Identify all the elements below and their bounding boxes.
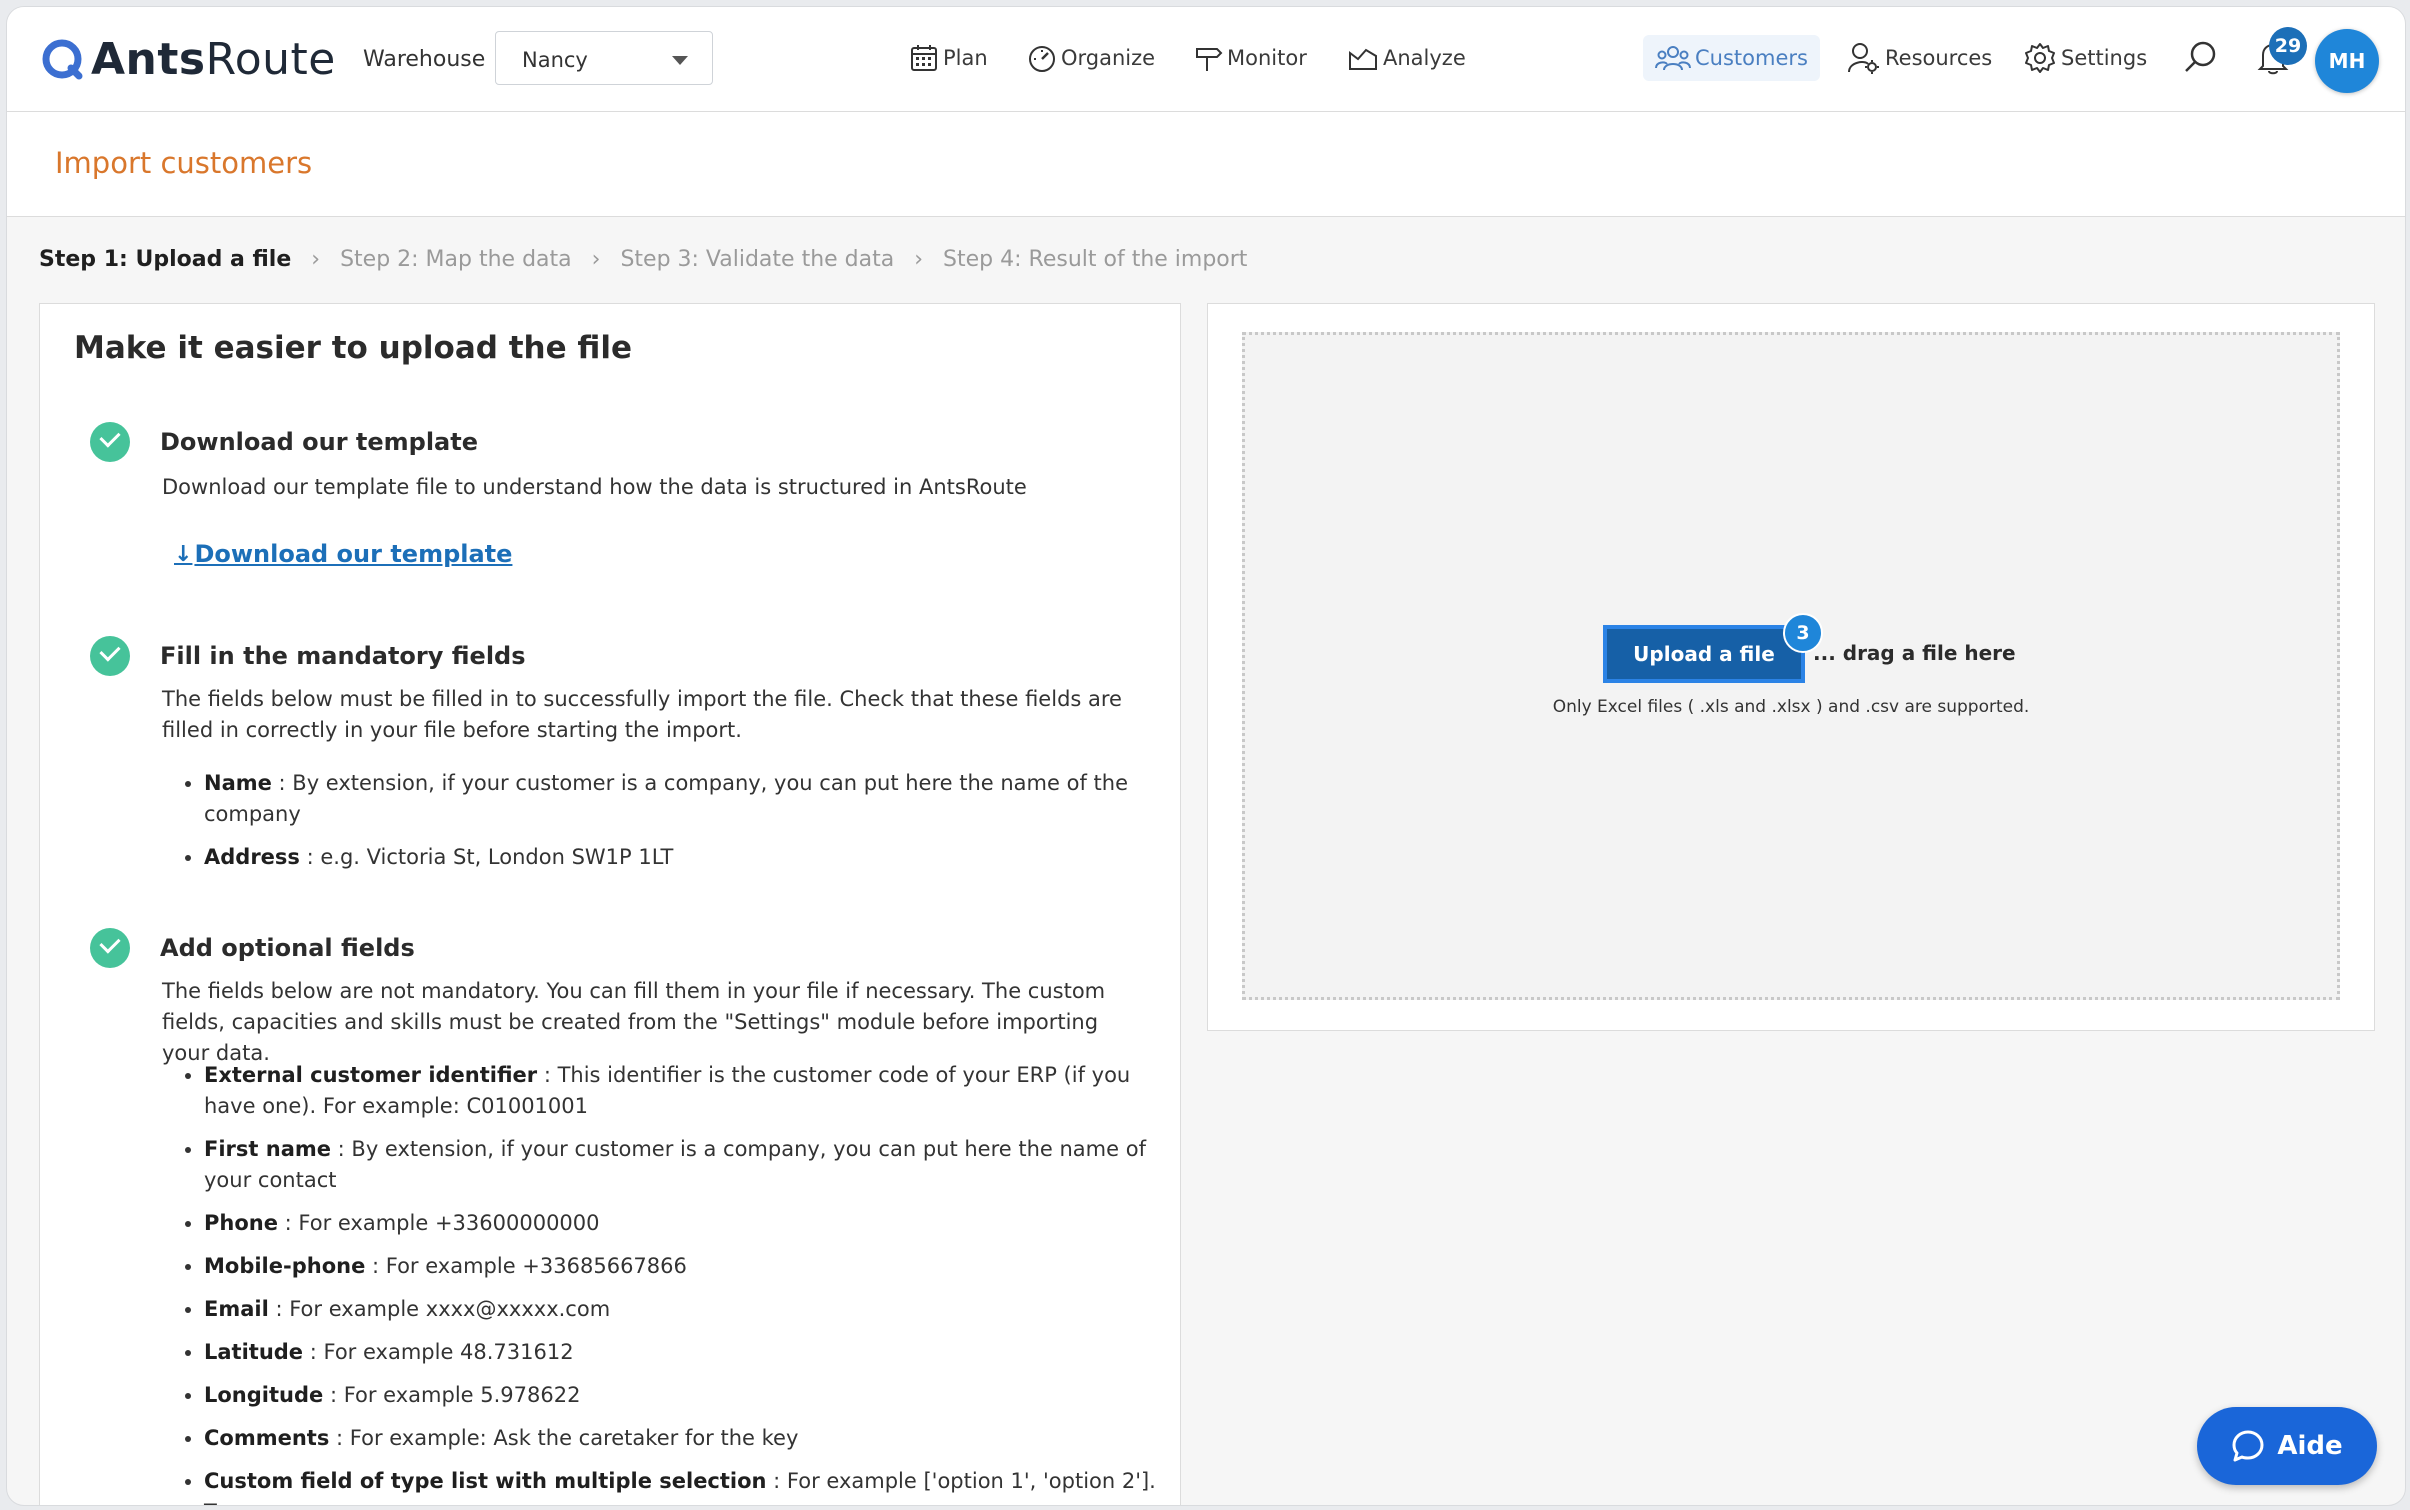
nav-settings-label: Settings: [2061, 46, 2148, 70]
nav-organize-label: Organize: [1061, 46, 1156, 70]
customers-icon: [1655, 46, 1691, 71]
nav-monitor[interactable]: Monitor: [1193, 35, 1307, 81]
list-item: External customer identifier : This iden…: [204, 1060, 1164, 1122]
step-import-result: Step 4: Result of the import: [943, 246, 1248, 272]
nav-customers[interactable]: Customers: [1643, 35, 1820, 81]
nav-settings[interactable]: Settings: [2023, 35, 2147, 81]
user-avatar[interactable]: MH: [2315, 29, 2379, 93]
mandatory-description: The fields below must be filled in to su…: [162, 687, 1122, 742]
step-map-data: Step 2: Map the data: [340, 246, 572, 272]
list-item: Latitude : For example 48.731612: [204, 1337, 1164, 1368]
page-title: Import customers: [55, 146, 313, 180]
nav-plan[interactable]: Plan: [909, 35, 988, 81]
nav-customers-label: Customers: [1695, 46, 1808, 70]
chevron-down-icon: [672, 56, 688, 65]
chat-bubble-icon: [2232, 1430, 2264, 1462]
check-circle-icon: [90, 928, 130, 968]
chevron-right-icon: ›: [914, 246, 924, 272]
search-icon: [2185, 41, 2216, 72]
logo-text: AntsRoute: [91, 33, 336, 85]
page-header: Import customers: [7, 112, 2405, 217]
nav-resources-label: Resources: [1885, 46, 1993, 70]
drag-file-hint: ... drag a file here: [1813, 641, 2016, 665]
nav-analyze[interactable]: Analyze: [1347, 35, 1466, 81]
list-item: Longitude : For example 5.978622: [204, 1380, 1164, 1411]
nav-monitor-label: Monitor: [1227, 46, 1307, 70]
calendar-icon: [911, 45, 937, 71]
warehouse-select[interactable]: Nancy: [495, 31, 713, 85]
step-upload-file: Step 1: Upload a file: [39, 246, 292, 272]
logo-mark-icon: [42, 39, 83, 80]
list-item: Custom field of type list with multiple …: [204, 1466, 1164, 1505]
search-button[interactable]: [2183, 35, 2223, 81]
list-item: Name : By extension, if your customer is…: [204, 768, 1164, 830]
download-template-label: Download our template: [194, 540, 513, 568]
speedometer-icon: [1029, 46, 1055, 72]
list-item: First name : By extension, if your custo…: [204, 1134, 1164, 1196]
gear-icon: [2025, 43, 2055, 73]
antsroute-logo[interactable]: AntsRoute: [41, 33, 336, 85]
app-window: AntsRoute Warehouse Nancy Plan Organize …: [6, 6, 2406, 1506]
warehouse-label: Warehouse: [363, 47, 486, 72]
list-item: Mobile-phone : For example +33685667866: [204, 1251, 1164, 1282]
chevron-right-icon: ›: [311, 246, 321, 272]
upload-panel: Upload a file 3 ... drag a file here Onl…: [1207, 303, 2375, 1031]
help-label: Aide: [2277, 1431, 2343, 1461]
step-validate-data: Step 3: Validate the data: [620, 246, 895, 272]
download-template-link[interactable]: ↓ Download our template: [174, 540, 512, 568]
optional-description: The fields below are not mandatory. You …: [162, 979, 1106, 1065]
nav-plan-label: Plan: [943, 46, 988, 70]
supported-formats-note: Only Excel files ( .xls and .xlsx ) and …: [1552, 697, 2030, 717]
signpost-icon: [1196, 48, 1223, 71]
instructions-title: Make it easier to upload the file: [74, 330, 633, 366]
warehouse-value: Nancy: [522, 48, 588, 72]
check-circle-icon: [90, 636, 130, 676]
top-navigation: AntsRoute Warehouse Nancy Plan Organize …: [7, 7, 2405, 112]
list-item: Address : e.g. Victoria St, London SW1P …: [204, 842, 1164, 873]
list-item: Phone : For example +33600000000: [204, 1208, 1164, 1239]
mandatory-fields-list: Name : By extension, if your customer is…: [160, 768, 1164, 885]
template-description: Download our template file to understand…: [162, 475, 1027, 499]
list-item: Comments : For example: Ask the caretake…: [204, 1423, 1164, 1454]
nav-resources[interactable]: Resources: [1847, 35, 1992, 81]
chart-icon: [1349, 48, 1377, 70]
download-arrow-icon: ↓: [174, 541, 193, 567]
optional-fields-list: External customer identifier : This iden…: [160, 1060, 1164, 1505]
help-chat-button[interactable]: Aide: [2197, 1407, 2377, 1485]
nav-analyze-label: Analyze: [1383, 46, 1466, 70]
mandatory-section-title: Fill in the mandatory fields: [160, 642, 526, 670]
notification-count-badge: 29: [2269, 27, 2307, 65]
optional-section-title: Add optional fields: [160, 934, 415, 962]
check-circle-icon: [90, 422, 130, 462]
file-dropzone[interactable]: Upload a file 3 ... drag a file here Onl…: [1242, 332, 2340, 1000]
chevron-right-icon: ›: [591, 246, 601, 272]
import-steps-breadcrumb: Step 1: Upload a file › Step 2: Map the …: [39, 241, 1247, 277]
template-section-title: Download our template: [160, 428, 478, 456]
user-gear-icon: [1848, 43, 1879, 74]
list-item: Email : For example xxxx@xxxxx.com: [204, 1294, 1164, 1325]
instructions-panel: Make it easier to upload the file Downlo…: [39, 303, 1181, 1505]
upload-file-button[interactable]: Upload a file: [1603, 625, 1805, 683]
nav-organize[interactable]: Organize: [1027, 35, 1155, 81]
